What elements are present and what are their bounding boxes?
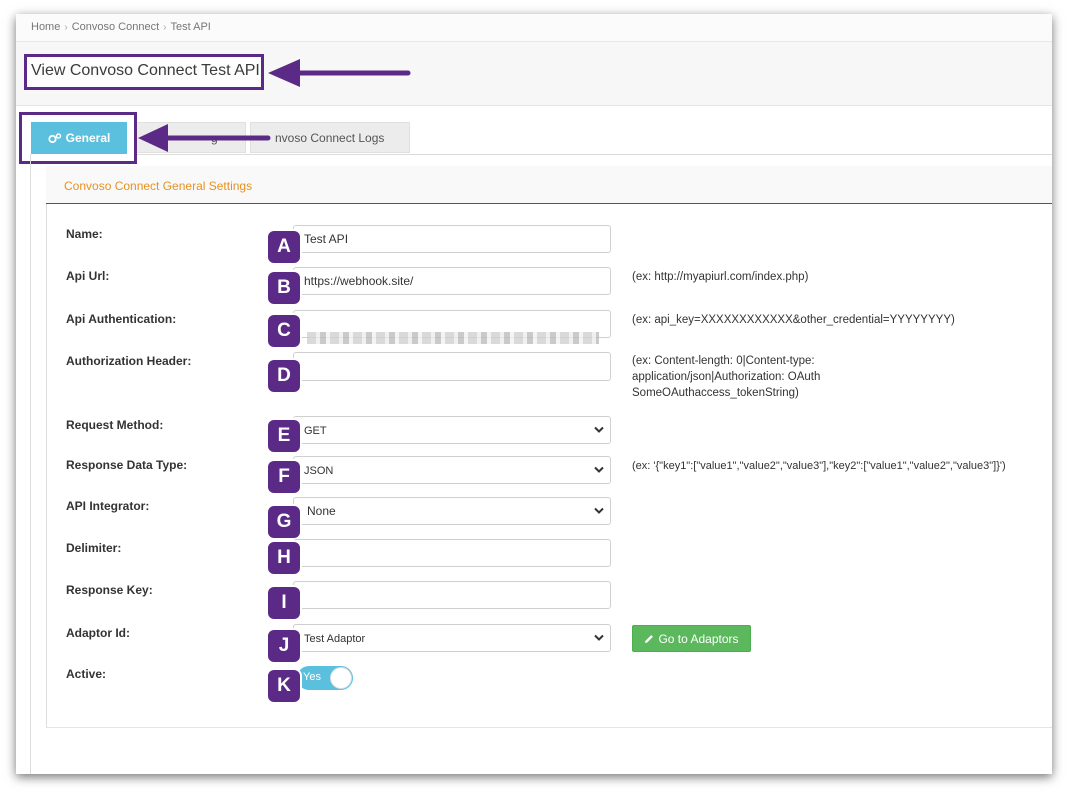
api-auth-hint: (ex: api_key=XXXXXXXXXXXX&other_credenti… [632,314,955,326]
request-method-value: GET [304,425,327,437]
auth-header-hint-line: application/json|Authorization: OAuth [632,371,821,383]
content-divider [30,154,31,774]
response-type-hint: (ex: '{"key1":["value1","value2","value3… [632,460,1006,472]
breadcrumb-separator-icon: › [64,21,68,33]
annotation-badge: K [268,670,300,702]
active-label: Active: [66,667,107,681]
adaptor-id-label: Adaptor Id: [66,626,130,640]
breadcrumb: Home › Convoso Connect › Test API [16,14,1052,42]
tab-general-label: General [65,131,111,145]
chevron-down-icon [594,466,604,473]
annotation-badge: D [268,360,300,392]
toggle-knob [330,667,352,689]
name-label: Name: [66,227,103,241]
api-auth-label: Api Authentication: [66,312,177,326]
annotation-badge: J [268,630,300,662]
api-url-input[interactable]: https://webhook.site/ [293,267,611,295]
redacted-value [307,332,599,344]
auth-header-hint-line: (ex: Content-length: 0|Content-type: [632,355,815,367]
annotation-arrow-icon [138,124,271,152]
auth-header-hint: (ex: Content-length: 0|Content-type: app… [632,353,820,401]
response-type-value: JSON [304,465,334,477]
breadcrumb-home[interactable]: Home [31,21,60,33]
response-type-select[interactable]: JSON [293,456,611,484]
adaptor-id-select[interactable]: Test Adaptor [293,624,611,652]
app-window: Home › Convoso Connect › Test API View Convo… [16,14,1052,774]
pencil-icon [645,634,654,643]
response-key-input[interactable] [293,581,611,609]
auth-header-input[interactable] [293,352,611,381]
api-url-hint: (ex: http://myapiurl.com/index.php) [632,271,809,283]
go-to-adaptors-button[interactable]: Go to Adaptors [632,625,751,652]
breadcrumb-parent[interactable]: Convoso Connect [72,21,159,33]
response-key-label: Response Key: [66,583,153,597]
gears-icon [48,132,61,143]
panel-title: Convoso Connect General Settings [64,179,253,193]
api-integrator-label: API Integrator: [66,499,150,513]
annotation-badge: H [268,542,300,574]
annotation-badge: G [268,506,300,538]
chevron-down-icon [594,634,604,641]
name-input[interactable]: Test API [293,225,611,253]
annotation-badge: B [268,272,300,304]
annotation-arrow-icon [268,59,411,87]
api-integrator-value: None [307,504,336,518]
active-toggle[interactable]: Yes [297,666,353,690]
tab-general[interactable]: General [31,122,127,154]
active-toggle-label: Yes [303,671,321,683]
delimiter-label: Delimiter: [66,541,122,555]
api-url-label: Api Url: [66,269,110,283]
go-to-adaptors-label: Go to Adaptors [658,631,739,646]
chevron-down-icon [594,426,604,433]
breadcrumb-separator-icon: › [163,21,167,33]
annotation-badge: A [268,231,300,263]
chevron-down-icon [594,507,604,514]
auth-header-label: Authorization Header: [66,354,192,368]
request-method-label: Request Method: [66,418,164,432]
page-title: View Convoso Connect Test API [31,62,260,79]
adaptor-id-value: Test Adaptor [304,633,366,645]
request-method-select[interactable]: GET [293,416,611,444]
annotation-badge: C [268,315,300,347]
auth-header-hint-line: SomeOAuthaccess_tokenString) [632,387,799,399]
delimiter-input[interactable] [293,539,611,567]
annotation-badge: E [268,420,300,452]
response-type-label: Response Data Type: [66,458,188,472]
annotation-badge: I [268,587,300,619]
api-integrator-select[interactable]: None [293,497,611,525]
annotation-badge: F [268,461,300,493]
breadcrumb-current: Test API [170,21,211,34]
